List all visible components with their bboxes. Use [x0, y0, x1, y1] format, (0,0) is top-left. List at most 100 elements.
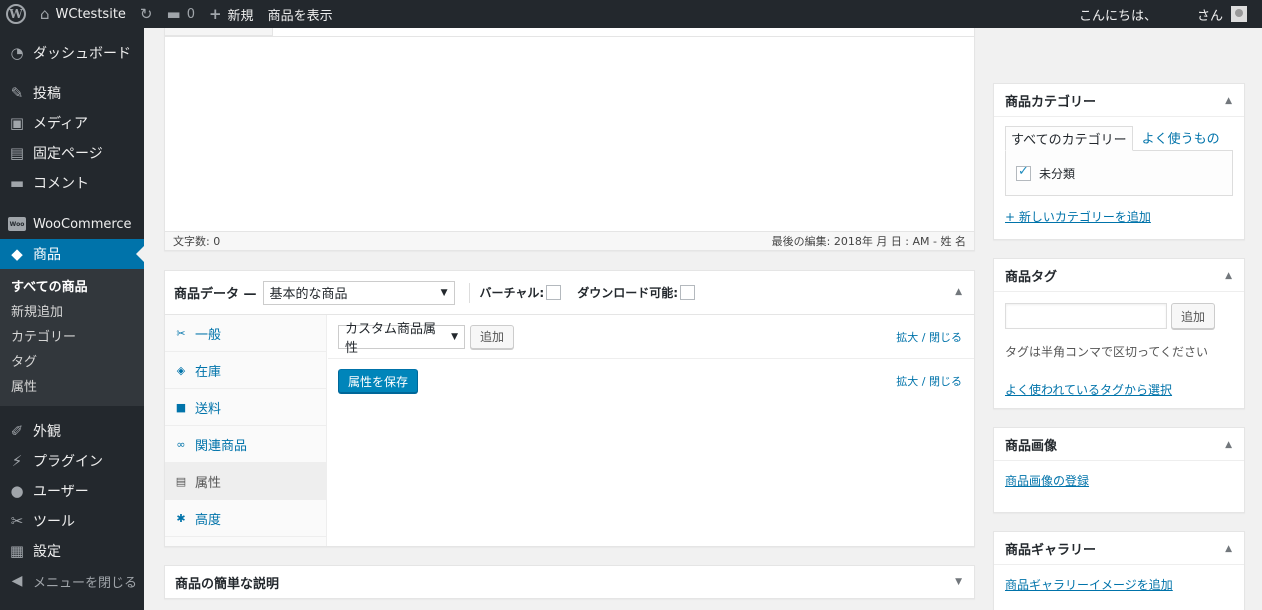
expand-close-link[interactable]: 拡大 / 閉じる — [896, 329, 962, 345]
editor-status-bar: 文字数: 0 最後の編集: 2018年 月 日 : AM - 姓 名 — [165, 231, 974, 250]
dashboard-icon: ◔ — [10, 44, 24, 62]
toggle-arrow-up-icon[interactable]: ▲ — [1225, 440, 1232, 450]
menu-label: 商品 — [33, 247, 61, 263]
menu-users[interactable]: ● ユーザー — [0, 476, 144, 506]
content-editor: 文字数: 0 最後の編集: 2018年 月 日 : AM - 姓 名 — [164, 28, 975, 251]
user-name-suffix: さん — [1196, 8, 1223, 24]
menu-label: 投稿 — [33, 86, 61, 102]
add-tag-button[interactable]: 追加 — [1171, 303, 1216, 329]
gallery-body: 商品ギャラリーイメージを追加 — [994, 565, 1244, 601]
gallery-header: 商品ギャラリー ▲ — [994, 532, 1244, 565]
toggle-arrow-down-icon[interactable]: ▼ — [955, 577, 962, 587]
product-data-header: 商品データ — 基本的な商品 ▼ バーチャル: ダウンロード可能: ▲ — [165, 271, 974, 315]
caret-down-icon: ▼ — [440, 287, 448, 298]
menu-settings[interactable]: ▦ 設定 — [0, 536, 144, 566]
wordpress-logo-icon: W — [6, 4, 26, 24]
virtual-label: バーチャル: — [479, 286, 545, 300]
menu-dashboard[interactable]: ◔ ダッシュボード — [0, 38, 144, 68]
menu-appearance[interactable]: ✐ 外観 — [0, 416, 144, 446]
tab-attributes[interactable]: ▤ 属性 — [165, 463, 326, 500]
collapse-menu-button[interactable]: ◀ メニューを閉じる — [0, 566, 144, 596]
submenu-categories[interactable]: カテゴリー — [0, 325, 144, 350]
menu-products[interactable]: ◆ 商品 — [0, 239, 144, 269]
menu-label: ダッシュボード — [33, 46, 131, 62]
short-description-box[interactable]: 商品の簡単な説明 ▼ — [164, 565, 975, 599]
product-image-body: 商品画像の登録 — [994, 461, 1244, 497]
attribute-taxonomy-select[interactable]: カスタム商品属性 ▼ — [338, 322, 465, 356]
menu-label: 固定ページ — [33, 146, 103, 162]
uncategorized-checkbox[interactable] — [1016, 164, 1031, 181]
menu-posts[interactable]: ✎ 投稿 — [0, 78, 144, 108]
short-description-title: 商品の簡単な説明 — [175, 576, 280, 592]
tag-icon: ◈ — [176, 363, 186, 377]
new-content-menu[interactable]: + 新規 — [202, 0, 261, 28]
menu-label: 設定 — [33, 544, 61, 560]
product-data-tabs: ✂ 一般 ◈ 在庫 ■ 送料 ∞ 関連商品 ▤ 属性 ✱ 高度 — [165, 315, 327, 546]
tab-general[interactable]: ✂ 一般 — [165, 315, 326, 352]
tab-shipping[interactable]: ■ 送料 — [165, 389, 326, 426]
submenu-tags[interactable]: タグ — [0, 350, 144, 375]
menu-pages[interactable]: ▤ 固定ページ — [0, 138, 144, 168]
product-type-select[interactable]: 基本的な商品 ▼ — [262, 280, 455, 305]
view-product-link[interactable]: 商品を表示 — [261, 0, 340, 28]
attribute-select-value: カスタム商品属性 — [345, 321, 437, 356]
toggle-arrow-up-icon[interactable]: ▲ — [1225, 544, 1232, 554]
choose-from-popular-tags-link[interactable]: よく使われているタグから選択 — [1005, 381, 1233, 398]
product-image-header: 商品画像 ▲ — [994, 428, 1244, 461]
updates-menu[interactable]: ↻ — [133, 0, 160, 28]
submenu-attributes[interactable]: 属性 — [0, 375, 144, 400]
menu-label: ユーザー — [33, 484, 89, 500]
new-label: 新規 — [227, 8, 254, 24]
tag-add-row: 追加 — [1005, 303, 1233, 329]
media-icon: ▣ — [9, 114, 25, 132]
menu-plugins[interactable]: ⚡ プラグイン — [0, 446, 144, 476]
product-image-title: 商品画像 — [1005, 438, 1058, 454]
submenu-all-products[interactable]: すべての商品 — [0, 275, 144, 300]
greeting: こんにちは、 — [1078, 8, 1157, 24]
tab-label: 一般 — [195, 327, 222, 343]
tab-inventory[interactable]: ◈ 在庫 — [165, 352, 326, 389]
settings-icon: ▦ — [9, 542, 25, 560]
category-tabs: すべてのカテゴリー よく使うもの — [1005, 125, 1233, 151]
tags-body: 追加 タグは半角コンマで区切ってください よく使われているタグから選択 — [994, 292, 1244, 406]
categories-body: すべてのカテゴリー よく使うもの 未分類 + 新しいカテゴリーを追加 — [994, 117, 1244, 233]
downloadable-checkbox[interactable] — [680, 285, 696, 300]
add-gallery-images-link[interactable]: 商品ギャラリーイメージを追加 — [1005, 578, 1173, 592]
editor-textarea[interactable] — [165, 36, 974, 232]
menu-comments[interactable]: ▬ コメント — [0, 168, 144, 198]
editor-tab[interactable] — [165, 28, 273, 36]
tab-label: 在庫 — [195, 364, 222, 380]
menu-label: WooCommerce — [33, 216, 132, 232]
tags-header: 商品タグ ▲ — [994, 259, 1244, 292]
add-attribute-button[interactable]: 追加 — [470, 324, 515, 349]
site-name-menu[interactable]: ⌂ WCtestsite — [33, 0, 133, 28]
choose-tags-text: よく使われているタグから選択 — [1005, 383, 1173, 397]
category-label: 未分類 — [1039, 166, 1076, 181]
link-icon: ∞ — [176, 437, 186, 451]
virtual-checkbox[interactable] — [546, 285, 562, 300]
tab-most-used[interactable]: よく使うもの — [1133, 125, 1225, 150]
submenu-add-new[interactable]: 新規追加 — [0, 300, 144, 325]
menu-tools[interactable]: ✂ ツール — [0, 506, 144, 536]
menu-media[interactable]: ▣ メディア — [0, 108, 144, 138]
add-new-category-link[interactable]: + 新しいカテゴリーを追加 — [1005, 208, 1233, 225]
set-product-image-link[interactable]: 商品画像の登録 — [1005, 474, 1089, 488]
toggle-arrow-up-icon[interactable]: ▲ — [1225, 271, 1232, 281]
save-attributes-button[interactable]: 属性を保存 — [338, 369, 419, 393]
tab-advanced[interactable]: ✱ 高度 — [165, 500, 326, 537]
tab-all-categories[interactable]: すべてのカテゴリー — [1005, 126, 1133, 151]
comment-icon: ▬ — [9, 174, 25, 192]
menu-label: 外観 — [33, 424, 61, 440]
tab-linked-products[interactable]: ∞ 関連商品 — [165, 426, 326, 463]
toggle-arrow-up-icon[interactable]: ▲ — [955, 287, 962, 297]
toggle-arrow-up-icon[interactable]: ▲ — [1225, 96, 1232, 106]
new-tag-input[interactable] — [1005, 303, 1167, 329]
menu-woocommerce[interactable]: Woo WooCommerce — [0, 209, 144, 239]
my-account-menu[interactable]: こんにちは、 さん — [1072, 0, 1262, 28]
cube-icon: ◆ — [11, 245, 23, 263]
expand-close-link[interactable]: 拡大 / 閉じる — [896, 373, 962, 389]
comments-menu[interactable]: ▬ 0 — [160, 0, 202, 28]
wrench-icon: ✂ — [176, 326, 186, 340]
wp-logo-menu[interactable]: W — [0, 0, 33, 28]
collapse-label: メニューを閉じる — [33, 575, 138, 591]
